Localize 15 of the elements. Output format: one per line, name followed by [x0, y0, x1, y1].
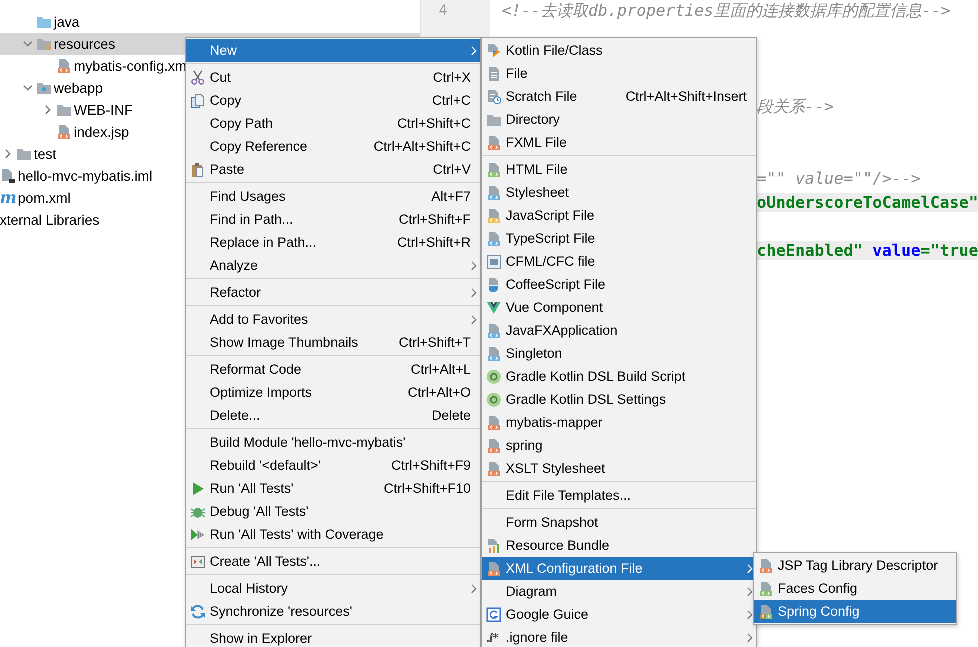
- line-number: 4: [439, 3, 448, 19]
- code-line: <!--去读取db.properties里面的连接数据库的配置信息-->: [502, 1, 951, 20]
- tree-item-label: index.jsp: [74, 124, 130, 140]
- tree-item-label: resources: [54, 36, 116, 52]
- code-line: ="" value=""/>-->: [757, 169, 921, 188]
- tree-item-label: webapp: [54, 80, 104, 96]
- maven-icon: m: [0, 190, 17, 206]
- code-line: 段关系-->: [757, 97, 834, 116]
- tree-item-label: java: [54, 14, 80, 30]
- tree-item-label: hello-mvc-mybatis.iml: [18, 168, 153, 184]
- tree-item-label: test: [34, 146, 57, 162]
- ignore-file-icon: .i*: [486, 630, 498, 646]
- tree-item-label: pom.xml: [18, 190, 71, 206]
- tree-item-label: mybatis-config.xm: [74, 58, 187, 74]
- tree-item-label: WEB-INF: [74, 102, 134, 118]
